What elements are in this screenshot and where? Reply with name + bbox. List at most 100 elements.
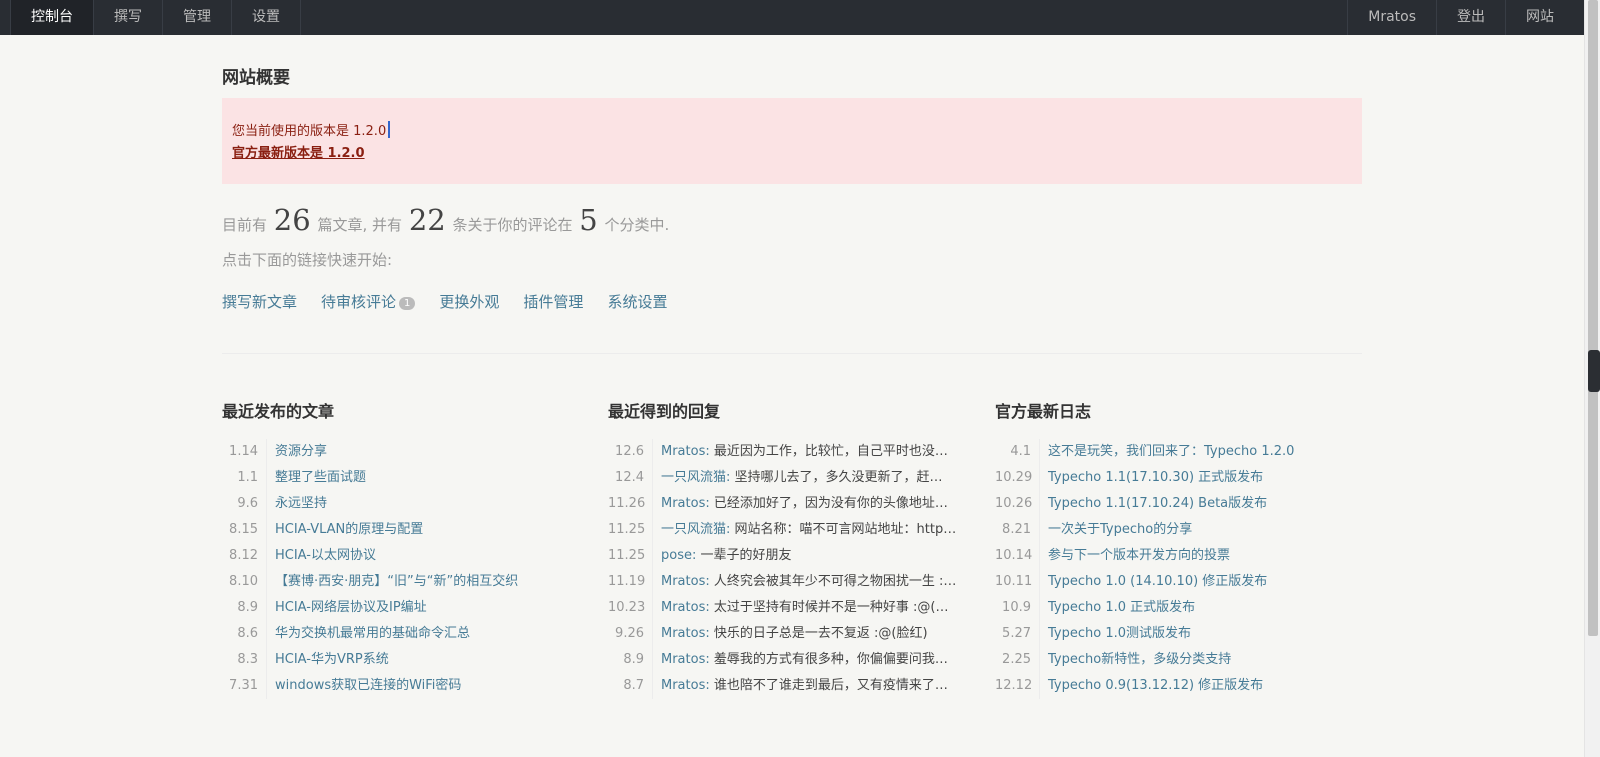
- reply-link[interactable]: Mratos: 羞辱我的方式有很多种，你偏偏要问我…: [653, 647, 978, 673]
- log-link[interactable]: Typecho 1.1(17.10.24) Beta版发布: [1040, 491, 1365, 517]
- latest-version-link[interactable]: 官方最新版本是 1.2.0: [232, 146, 365, 161]
- reply-author: 一只风流猫: [661, 470, 727, 485]
- nav-dashboard[interactable]: 控制台: [10, 0, 94, 35]
- reply-text: 谁也陪不了谁走到最后，又有疫情来了…: [713, 678, 948, 693]
- log-date: 10.14: [995, 543, 1040, 569]
- nav-logout[interactable]: 登出: [1436, 0, 1505, 35]
- reply-link[interactable]: pose: 一辈子的好朋友: [653, 543, 978, 569]
- list-item: 10.14 参与下一个版本开发方向的投票: [995, 543, 1365, 569]
- nav-manage[interactable]: 管理: [163, 0, 232, 35]
- reply-text: 一辈子的好朋友: [700, 548, 792, 563]
- reply-link[interactable]: Mratos: 谁也陪不了谁走到最后，又有疫情来了…: [653, 673, 978, 699]
- post-date: 9.6: [222, 491, 267, 517]
- post-link[interactable]: HCIA-以太网协议: [267, 543, 592, 569]
- log-date: 12.12: [995, 673, 1040, 699]
- list-item: 11.19 Mratos: 人终究会被其年少不可得之物困扰一生 :…: [608, 569, 978, 595]
- post-date: 7.31: [222, 673, 267, 699]
- recent-replies-title: 最近得到的回复: [608, 402, 721, 421]
- log-link[interactable]: Typecho 1.0 正式版发布: [1040, 595, 1365, 621]
- reply-link[interactable]: 一只风流猫: 坚持哪儿去了，多久没更新了，赶…: [653, 465, 978, 491]
- reply-date: 8.9: [608, 647, 653, 673]
- log-link[interactable]: Typecho 0.9(13.12.12) 修正版发布: [1040, 673, 1365, 699]
- top-nav-right: Mratos 登出 网站: [1347, 0, 1574, 35]
- comment-count: 22: [408, 203, 446, 237]
- log-link[interactable]: Typecho新特性，多级分类支持: [1040, 647, 1365, 673]
- log-link[interactable]: 参与下一个版本开发方向的投票: [1040, 543, 1365, 569]
- vertical-scrollbar[interactable]: [1584, 0, 1600, 757]
- scrollbar-thumb[interactable]: [1588, 0, 1598, 636]
- page-title: 网站概要: [222, 68, 290, 88]
- recent-replies-list: 12.6 Mratos: 最近因为工作，比较忙，自己平时也没… 12.4 一只风流猫…: [608, 439, 978, 699]
- list-item: 10.23 Mratos: 太过于坚持有时候并不是一种好事 :@(…: [608, 595, 978, 621]
- top-nav-left: 控制台 撰写 管理 设置: [0, 0, 301, 35]
- list-item: 1.14 资源分享: [222, 439, 592, 465]
- reply-link[interactable]: Mratos: 太过于坚持有时候并不是一种好事 :@(…: [653, 595, 978, 621]
- post-count: 26: [273, 203, 311, 237]
- list-item: 1.1 整理了些面试题: [222, 465, 592, 491]
- section-divider: [222, 353, 1362, 354]
- nav-settings[interactable]: 设置: [232, 0, 301, 35]
- change-theme-link[interactable]: 更换外观: [439, 291, 499, 312]
- list-item: 8.3 HCIA-华为VRP系统: [222, 647, 592, 673]
- list-item: 10.26 Typecho 1.1(17.10.24) Beta版发布: [995, 491, 1365, 517]
- list-item: 10.9 Typecho 1.0 正式版发布: [995, 595, 1365, 621]
- top-nav-bar: 控制台 撰写 管理 设置 Mratos 登出 网站: [0, 0, 1584, 35]
- reply-link[interactable]: Mratos: 快乐的日子总是一去不复返 :@(脸红): [653, 621, 978, 647]
- log-date: 10.26: [995, 491, 1040, 517]
- plugin-manage-link[interactable]: 插件管理: [523, 291, 583, 312]
- log-date: 10.29: [995, 465, 1040, 491]
- post-link[interactable]: 资源分享: [267, 439, 592, 465]
- post-link[interactable]: 永远坚持: [267, 491, 592, 517]
- reply-text: 快乐的日子总是一去不复返 :@(脸红): [713, 626, 928, 641]
- nav-website[interactable]: 网站: [1505, 0, 1574, 35]
- write-post-link[interactable]: 撰写新文章: [222, 291, 297, 312]
- nav-write[interactable]: 撰写: [94, 0, 163, 35]
- reply-link[interactable]: Mratos: 已经添加好了，因为没有你的头像地址…: [653, 491, 978, 517]
- system-settings-link[interactable]: 系统设置: [607, 291, 667, 312]
- reply-author: Mratos: [661, 652, 706, 667]
- reply-link[interactable]: Mratos: 最近因为工作，比较忙，自己平时也没…: [653, 439, 978, 465]
- reply-date: 11.26: [608, 491, 653, 517]
- pending-comments-link[interactable]: 待审核评论 1: [321, 291, 416, 312]
- nav-user-profile[interactable]: Mratos: [1347, 0, 1436, 35]
- log-link[interactable]: Typecho 1.1(17.10.30) 正式版发布: [1040, 465, 1365, 491]
- stats-mid1: 篇文章, 并有: [317, 216, 403, 234]
- current-version-text: 您当前使用的版本是 1.2.0: [232, 124, 387, 139]
- reply-link[interactable]: Mratos: 人终究会被其年少不可得之物困扰一生 :…: [653, 569, 978, 595]
- recent-replies-section: 最近得到的回复 12.6 Mratos: 最近因为工作，比较忙，自己平时也没… 1…: [608, 398, 978, 699]
- reply-link[interactable]: 一只风流猫: 网站名称：喵不可言网站地址：http…: [653, 517, 978, 543]
- reply-date: 11.19: [608, 569, 653, 595]
- post-link[interactable]: HCIA-网络层协议及IP编址: [267, 595, 592, 621]
- reply-text: 坚持哪儿去了，多久没更新了，赶…: [734, 470, 943, 485]
- post-link[interactable]: windows获取已连接的WiFi密码: [267, 673, 592, 699]
- post-link[interactable]: HCIA-VLAN的原理与配置: [267, 517, 592, 543]
- reply-text: 网站名称：喵不可言网站地址：http…: [734, 522, 957, 537]
- log-link[interactable]: Typecho 1.0测试版发布: [1040, 621, 1365, 647]
- list-item: 12.12 Typecho 0.9(13.12.12) 修正版发布: [995, 673, 1365, 699]
- list-item: 2.25 Typecho新特性，多级分类支持: [995, 647, 1365, 673]
- official-log-title: 官方最新日志: [995, 402, 1092, 421]
- stats-mid2: 条关于你的评论在: [452, 216, 573, 234]
- post-link[interactable]: 华为交换机最常用的基础命令汇总: [267, 621, 592, 647]
- log-link[interactable]: Typecho 1.0 (14.10.10) 修正版发布: [1040, 569, 1365, 595]
- post-link[interactable]: HCIA-华为VRP系统: [267, 647, 592, 673]
- stats-prefix: 目前有: [222, 216, 268, 234]
- log-link[interactable]: 一次关于Typecho的分享: [1040, 517, 1365, 543]
- side-widget-handle[interactable]: [1588, 350, 1600, 392]
- list-item: 11.25 pose: 一辈子的好朋友: [608, 543, 978, 569]
- post-link[interactable]: 【赛博·西安·朋克】“旧”与“新”的相互交织: [267, 569, 592, 595]
- list-item: 4.1 这不是玩笑，我们回来了：Typecho 1.2.0: [995, 439, 1365, 465]
- reply-text: 羞辱我的方式有很多种，你偏偏要问我…: [713, 652, 948, 667]
- post-date: 1.14: [222, 439, 267, 465]
- text-cursor: [388, 121, 391, 138]
- list-item: 8.7 Mratos: 谁也陪不了谁走到最后，又有疫情来了…: [608, 673, 978, 699]
- log-link[interactable]: 这不是玩笑，我们回来了：Typecho 1.2.0: [1040, 439, 1365, 465]
- list-item: 5.27 Typecho 1.0测试版发布: [995, 621, 1365, 647]
- reply-author: Mratos: [661, 626, 706, 641]
- list-item: 8.15 HCIA-VLAN的原理与配置: [222, 517, 592, 543]
- list-item: 9.26 Mratos: 快乐的日子总是一去不复返 :@(脸红): [608, 621, 978, 647]
- list-item: 7.31 windows获取已连接的WiFi密码: [222, 673, 592, 699]
- post-link[interactable]: 整理了些面试题: [267, 465, 592, 491]
- post-date: 8.3: [222, 647, 267, 673]
- post-date: 8.10: [222, 569, 267, 595]
